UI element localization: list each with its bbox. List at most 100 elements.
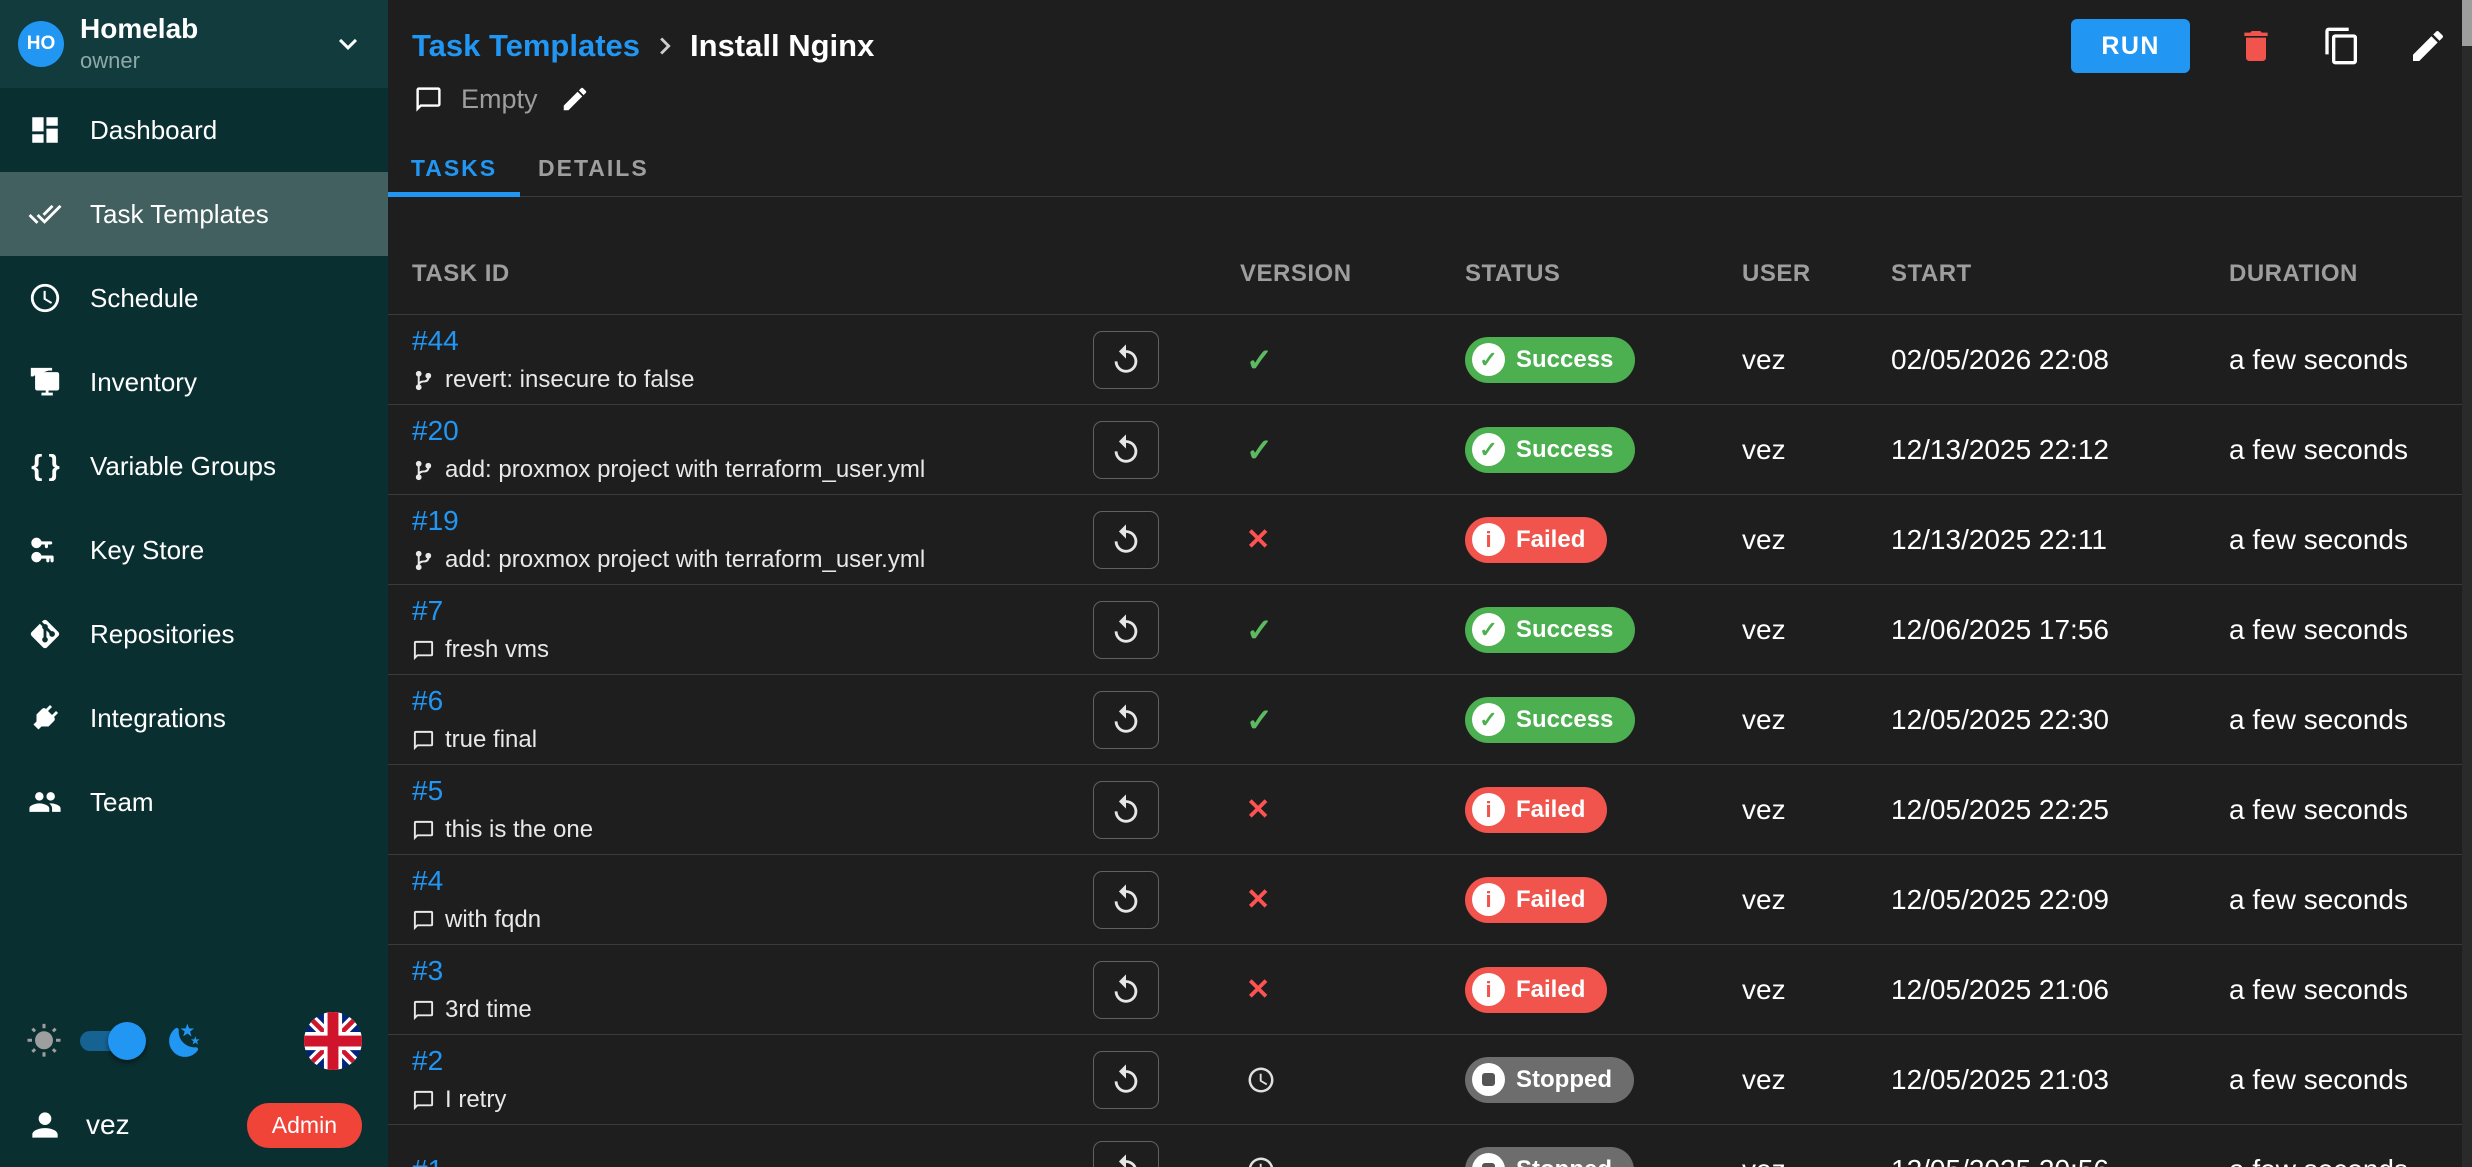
sidebar-item-task-templates[interactable]: Task Templates xyxy=(0,172,388,256)
trash-icon xyxy=(2236,26,2276,66)
col-header-duration: DURATION xyxy=(2200,260,2462,314)
template-actions: RUN xyxy=(2071,19,2448,73)
rerun-task-button[interactable] xyxy=(1093,961,1159,1019)
version-cell: ✕ xyxy=(1176,792,1436,827)
replay-icon xyxy=(1109,433,1143,467)
sidebar-item-team[interactable]: Team xyxy=(0,760,388,844)
status-badge-label: Failed xyxy=(1516,976,1585,1004)
sidebar-item-key-store[interactable]: Key Store xyxy=(0,508,388,592)
scrollbar-thumb[interactable] xyxy=(2462,0,2472,46)
user-cell: vez xyxy=(1713,524,1862,556)
key-icon xyxy=(26,531,64,569)
table-header: TASK ID VERSION STATUS USER START DURATI… xyxy=(388,197,2462,315)
rerun-task-button[interactable] xyxy=(1093,1051,1159,1109)
sidebar-item-integrations[interactable]: Integrations xyxy=(0,676,388,760)
duration-cell: a few seconds xyxy=(2200,524,2462,556)
task-id-link[interactable]: #1 xyxy=(412,1154,443,1167)
braces-icon: { } xyxy=(26,447,64,485)
table-row: #7 fresh vms ✓ ✓ Success vez 12/06/2025 … xyxy=(388,585,2462,675)
rerun-task-button[interactable] xyxy=(1093,691,1159,749)
status-badge-icon: i xyxy=(1472,973,1505,1006)
replay-icon xyxy=(1109,613,1143,647)
delete-template-button[interactable] xyxy=(2236,26,2276,66)
dark-mode-toggle[interactable] xyxy=(80,1022,140,1060)
project-switcher[interactable]: HO Homelab owner xyxy=(0,0,388,88)
status-badge-label: Success xyxy=(1516,706,1613,734)
col-header-start: START xyxy=(1862,260,2200,314)
admin-role-badge: Admin xyxy=(247,1103,362,1148)
rerun-task-button[interactable] xyxy=(1093,871,1159,929)
user-menu[interactable]: vez Admin xyxy=(0,1083,388,1167)
edit-description-button[interactable] xyxy=(560,84,590,114)
edit-template-button[interactable] xyxy=(2408,26,2448,66)
sidebar-item-label: Schedule xyxy=(90,283,198,314)
branch-icon xyxy=(412,369,435,392)
task-id-link[interactable]: #7 xyxy=(412,595,443,627)
version-cell: ✓ xyxy=(1176,701,1436,739)
rerun-task-button[interactable] xyxy=(1093,601,1159,659)
check-all-icon xyxy=(26,195,64,233)
run-button[interactable]: RUN xyxy=(2071,19,2190,73)
rerun-task-button[interactable] xyxy=(1093,1141,1159,1167)
rerun-task-button[interactable] xyxy=(1093,781,1159,839)
tab-details[interactable]: DETAILS xyxy=(520,140,667,196)
status-badge-icon xyxy=(1472,1153,1505,1167)
tab-tasks[interactable]: TASKS xyxy=(388,140,520,196)
message-icon xyxy=(414,85,443,114)
user-cell: vez xyxy=(1713,794,1862,826)
replay-icon xyxy=(1109,793,1143,827)
task-id-link[interactable]: #44 xyxy=(412,325,459,357)
sidebar-item-schedule[interactable]: Schedule xyxy=(0,256,388,340)
version-cell: ✕ xyxy=(1176,882,1436,917)
task-id-link[interactable]: #2 xyxy=(412,1045,443,1077)
replay-icon xyxy=(1109,883,1143,917)
duration-cell: a few seconds xyxy=(2200,974,2462,1006)
message-icon xyxy=(412,909,435,932)
version-ok-check-icon: ✓ xyxy=(1246,611,1273,649)
start-cell: 12/05/2025 22:25 xyxy=(1862,794,2200,826)
task-id-link[interactable]: #19 xyxy=(412,505,459,537)
rerun-task-button[interactable] xyxy=(1093,331,1159,389)
dashboard-icon xyxy=(26,111,64,149)
breadcrumb-task-templates[interactable]: Task Templates xyxy=(412,28,640,64)
task-message-text: I retry xyxy=(445,1086,506,1114)
task-id-link[interactable]: #4 xyxy=(412,865,443,897)
branch-icon xyxy=(412,459,435,482)
account-icon xyxy=(26,1106,64,1144)
project-avatar: HO xyxy=(18,21,64,67)
version-fail-x-icon: ✕ xyxy=(1246,972,1270,1007)
version-fail-x-icon: ✕ xyxy=(1246,522,1270,557)
task-id-link[interactable]: #3 xyxy=(412,955,443,987)
replay-icon xyxy=(1109,1063,1143,1097)
start-cell: 12/05/2025 22:30 xyxy=(1862,704,2200,736)
status-cell: ✓ Success xyxy=(1436,337,1713,383)
sidebar-item-repositories[interactable]: Repositories xyxy=(0,592,388,676)
team-icon xyxy=(26,783,64,821)
task-message: add: proxmox project with terraform_user… xyxy=(412,546,925,574)
sidebar-item-label: Key Store xyxy=(90,535,204,566)
table-row: #6 true final ✓ ✓ Success vez 12/05/2025… xyxy=(388,675,2462,765)
sidebar-spacer xyxy=(0,844,388,999)
sidebar-item-inventory[interactable]: Inventory xyxy=(0,340,388,424)
rerun-task-button[interactable] xyxy=(1093,421,1159,479)
start-cell: 02/05/2026 22:08 xyxy=(1862,344,2200,376)
task-cell: #5 this is the one xyxy=(388,775,1076,844)
copy-template-button[interactable] xyxy=(2322,26,2362,66)
task-id-link[interactable]: #5 xyxy=(412,775,443,807)
uk-flag-language-button[interactable] xyxy=(304,1012,362,1070)
status-badge: i Failed xyxy=(1465,967,1607,1013)
duration-cell: a few seconds xyxy=(2200,884,2462,916)
rerun-task-button[interactable] xyxy=(1093,511,1159,569)
rerun-cell xyxy=(1076,691,1176,749)
sidebar-item-dashboard[interactable]: Dashboard xyxy=(0,88,388,172)
task-message-text: this is the one xyxy=(445,816,593,844)
task-id-link[interactable]: #20 xyxy=(412,415,459,447)
rerun-cell xyxy=(1076,1141,1176,1167)
task-cell: #6 true final xyxy=(388,685,1076,754)
task-id-link[interactable]: #6 xyxy=(412,685,443,717)
message-icon xyxy=(412,999,435,1022)
project-name: Homelab xyxy=(80,14,330,45)
task-message-text: revert: insecure to false xyxy=(445,366,694,394)
task-message-text: with fqdn xyxy=(445,906,541,934)
sidebar-item-variable-groups[interactable]: { } Variable Groups xyxy=(0,424,388,508)
